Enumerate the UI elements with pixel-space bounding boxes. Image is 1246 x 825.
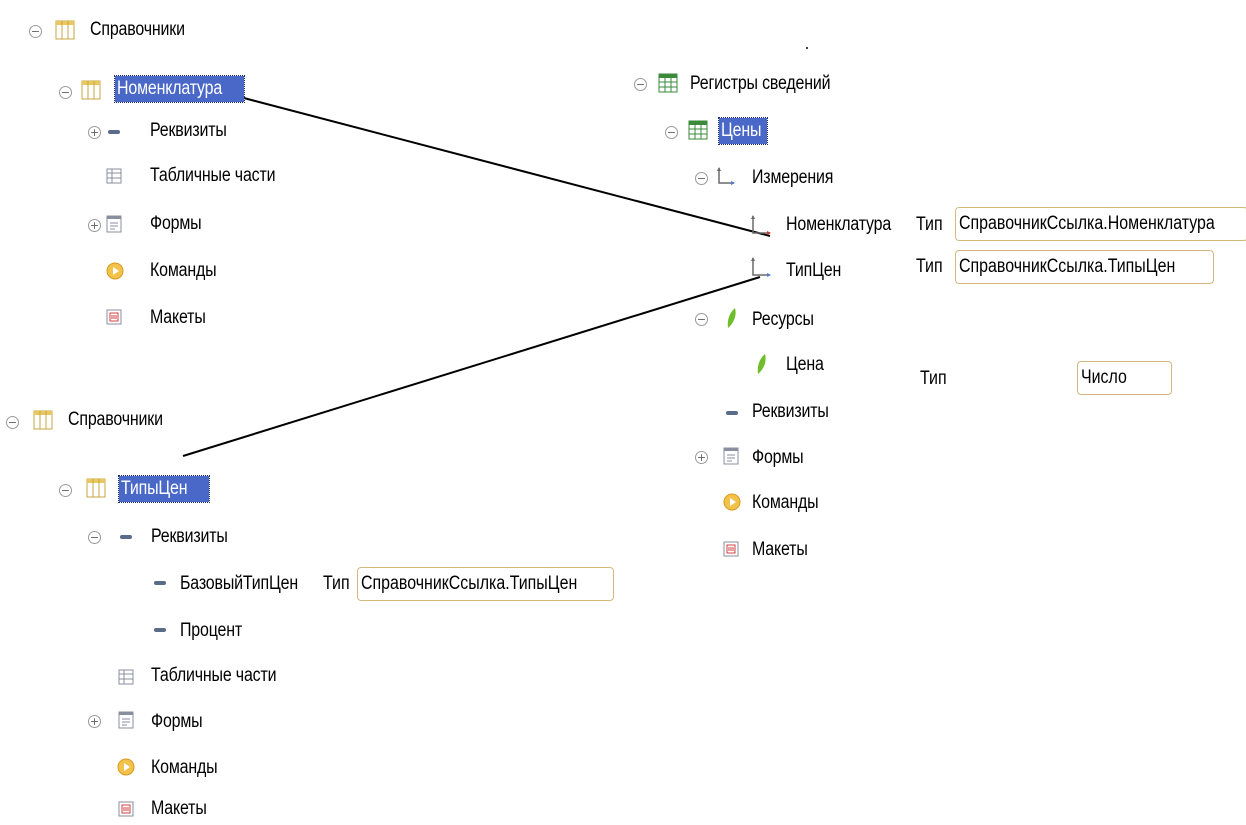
layout-icon [106,309,122,325]
tree-item-layouts[interactable]: Макеты [150,305,216,331]
type-label: Тип [916,256,943,277]
tree-item-dim-nomenklatura[interactable]: Номенклатура [786,212,911,238]
tree-item-register-forms[interactable]: Формы [752,445,813,471]
connector-nomenklatura [239,96,771,237]
tree-root-info-registers[interactable]: Регистры сведений [690,71,857,97]
resource-icon [727,308,736,328]
tree-item-register-attributes[interactable]: Реквизиты [752,399,843,425]
tree-item-attr-bazovyj[interactable]: БазовыйТипЦен [180,571,320,597]
collapse-toggle-icon[interactable]: − [695,313,708,326]
tree-item-commands[interactable]: Команды [150,258,229,284]
dimension-icon [717,167,735,185]
expand-toggle-icon[interactable]: + [88,126,101,139]
catalog-icon [81,80,101,100]
dimension-icon [751,257,771,277]
type-label: Тип [916,214,943,235]
info-register-icon [688,120,708,140]
tree-item-attr-procent[interactable]: Процент [180,618,254,644]
connector-tipyceny [182,276,761,457]
tree-item-commands-2[interactable]: Команды [151,755,230,781]
catalog-icon [55,20,75,40]
command-icon [117,758,135,776]
attribute-icon [154,581,166,585]
form-icon [723,447,739,465]
collapse-toggle-icon[interactable]: − [665,126,678,139]
stray-dot [806,47,808,49]
collapse-toggle-icon[interactable]: − [59,86,72,99]
collapse-toggle-icon[interactable]: − [29,25,42,38]
expand-toggle-icon[interactable]: + [88,219,101,232]
attribute-icon [726,411,738,415]
collapse-toggle-icon[interactable]: − [59,484,72,497]
tabular-section-icon [106,168,122,184]
tree-item-tipycen[interactable]: ТипыЦен [118,475,210,503]
tree-item-tabular-sections[interactable]: Табличные части [150,163,299,189]
tree-item-layouts-2[interactable]: Макеты [151,796,217,822]
tree-item-forms[interactable]: Формы [150,211,211,237]
tree-item-register-layouts[interactable]: Макеты [752,537,818,563]
attribute-icon [154,628,166,632]
tree-root-catalogs-2[interactable]: Справочники [68,407,181,433]
tabular-section-icon [118,669,134,685]
tree-item-attributes[interactable]: Реквизиты [150,118,241,144]
expand-toggle-icon[interactable]: + [695,451,708,464]
attribute-icon [108,130,120,134]
catalog-icon [33,410,53,430]
tree-item-dimensions[interactable]: Измерения [752,165,849,191]
catalog-icon [86,478,106,498]
tree-item-tabular-sections-2[interactable]: Табличные части [151,663,300,689]
command-icon [106,262,124,280]
type-field-nomenklatura[interactable]: СправочникСсылка.Номенклатура [955,207,1246,241]
attribute-icon [120,535,132,539]
tree-item-ceny[interactable]: Цены [718,117,768,145]
command-icon [723,493,741,511]
tree-item-nomenklatura[interactable]: Номенклатура [114,75,245,103]
type-field-chislo[interactable]: Число [1077,361,1172,395]
collapse-toggle-icon[interactable]: − [634,78,647,91]
resource-icon [757,354,766,374]
tree-item-resource-cena[interactable]: Цена [786,352,831,378]
layout-icon [118,801,134,817]
collapse-toggle-icon[interactable]: − [695,172,708,185]
collapse-toggle-icon[interactable]: − [6,416,19,429]
tree-item-attributes-2[interactable]: Реквизиты [151,524,242,550]
type-field-tipycen[interactable]: СправочникСсылка.ТипыЦен [955,250,1214,284]
tree-item-dim-tipcen[interactable]: ТипЦен [786,258,852,284]
expand-toggle-icon[interactable]: + [88,715,101,728]
collapse-toggle-icon[interactable]: − [88,531,101,544]
type-field-bazovyj[interactable]: СправочникСсылка.ТипыЦен [357,567,614,601]
dimension-icon [751,215,771,235]
tree-item-register-commands[interactable]: Команды [752,490,831,516]
layout-icon [723,541,739,557]
form-icon [118,711,134,729]
tree-root-catalogs[interactable]: Справочники [90,17,203,43]
type-label: Тип [323,573,350,594]
info-register-icon [658,73,678,93]
tree-item-forms-2[interactable]: Формы [151,709,212,735]
form-icon [106,215,122,233]
type-label: Тип [920,368,947,389]
tree-item-resources[interactable]: Ресурсы [752,307,826,333]
